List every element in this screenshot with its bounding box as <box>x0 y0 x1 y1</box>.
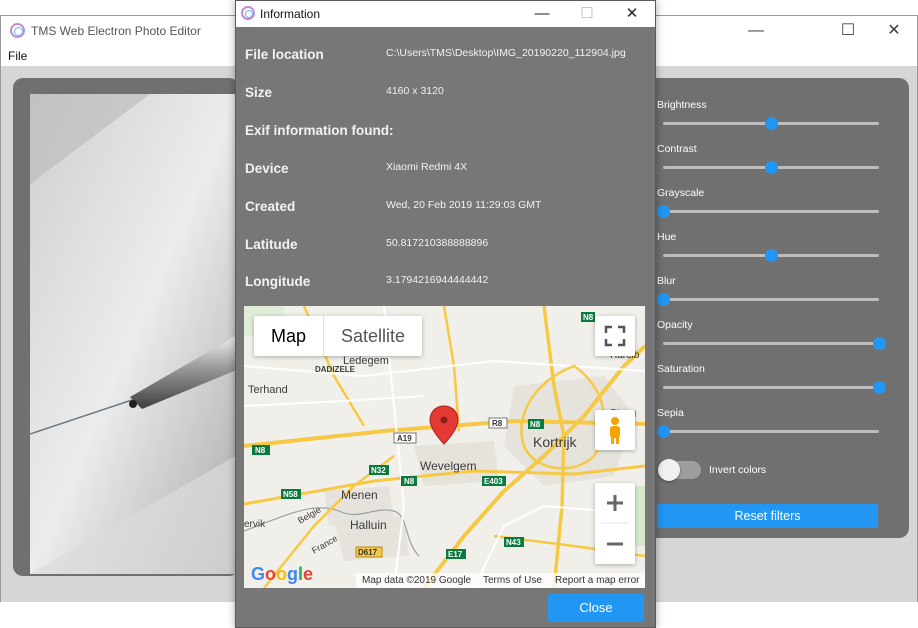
zoom-out-button[interactable] <box>595 524 635 564</box>
opacity-slider[interactable] <box>663 337 886 350</box>
opacity-label: Opacity <box>657 319 693 331</box>
terms-of-use-link[interactable]: Terms of Use <box>483 575 542 586</box>
dialog-title: Information <box>260 7 321 21</box>
saturation-slider[interactable] <box>663 381 886 394</box>
svg-text:E17: E17 <box>448 550 463 559</box>
close-button[interactable]: Close <box>548 594 644 622</box>
blur-label: Blur <box>657 275 676 287</box>
file-location-label: File location <box>245 47 324 62</box>
close-window-icon[interactable]: ✕ <box>871 16 917 46</box>
filters-panel: Brightness Contrast Grayscale Hue Blur O… <box>641 78 909 538</box>
svg-text:Kortrijk: Kortrijk <box>533 434 578 450</box>
brightness-slider-thumb[interactable] <box>765 117 778 130</box>
plus-icon <box>607 495 623 511</box>
svg-text:D617: D617 <box>358 548 378 557</box>
invert-toggle-knob[interactable] <box>658 459 680 481</box>
app-logo-icon <box>10 23 25 38</box>
pegman-icon <box>610 417 620 444</box>
google-logo: Google <box>251 564 314 584</box>
brightness-slider[interactable] <box>663 117 879 130</box>
street-view-button[interactable] <box>595 410 635 450</box>
fullscreen-button[interactable] <box>595 316 635 356</box>
svg-text:A19: A19 <box>397 434 412 443</box>
svg-text:E403: E403 <box>484 477 503 486</box>
saturation-label: Saturation <box>657 363 705 375</box>
svg-text:N32: N32 <box>371 466 386 475</box>
svg-text:DADIZELE: DADIZELE <box>315 365 356 374</box>
sepia-slider-thumb[interactable] <box>657 425 670 438</box>
latitude-value: 50.817210388888896 <box>386 237 489 249</box>
zoom-controls <box>595 483 635 564</box>
menu-file[interactable]: File <box>8 49 27 63</box>
blur-slider-thumb[interactable] <box>657 293 670 306</box>
reset-filters-button[interactable]: Reset filters <box>657 504 878 528</box>
fullscreen-icon <box>604 325 626 347</box>
size-value: 4160 x 3120 <box>386 85 444 97</box>
svg-text:N8: N8 <box>255 446 266 455</box>
map-tab-satellite[interactable]: Satellite <box>323 316 422 356</box>
maximize-icon[interactable]: ☐ <box>825 16 871 46</box>
size-label: Size <box>245 85 273 100</box>
saturation-slider-thumb[interactable] <box>873 381 886 394</box>
blur-slider[interactable] <box>657 293 879 306</box>
svg-text:ervik: ervik <box>244 519 266 530</box>
map-tab-map[interactable]: Map <box>254 316 323 356</box>
svg-text:Menen: Menen <box>341 488 378 502</box>
map-data-credit: Map data ©2019 Google <box>362 575 472 586</box>
grayscale-slider[interactable] <box>657 205 879 218</box>
grayscale-label: Grayscale <box>657 187 705 199</box>
contrast-label: Contrast <box>657 143 697 155</box>
contrast-slider[interactable] <box>663 161 879 174</box>
dialog-minimize-icon[interactable]: — <box>519 1 565 27</box>
device-value: Xiaomi Redmi 4X <box>386 161 468 173</box>
hue-label: Hue <box>657 231 677 243</box>
longitude-value: 3.1794216944444442 <box>386 274 489 286</box>
minus-icon <box>607 542 623 546</box>
exif-heading: Exif information found: <box>245 123 394 138</box>
svg-text:N8: N8 <box>404 477 415 486</box>
file-location-value: C:\Users\TMS\Desktop\IMG_20190220_112904… <box>386 47 626 59</box>
information-dialog: Information — ☐ ✕ File location C:\Users… <box>235 0 656 628</box>
zoom-in-button[interactable] <box>595 483 635 523</box>
device-label: Device <box>245 161 289 176</box>
svg-text:Wevelgem: Wevelgem <box>420 459 476 473</box>
dialog-maximize-icon: ☐ <box>580 5 594 22</box>
created-value: Wed, 20 Feb 2019 11:29:03 GMT <box>386 199 542 211</box>
invert-colors-label: Invert colors <box>709 464 767 476</box>
longitude-label: Longitude <box>245 274 311 289</box>
latitude-label: Latitude <box>245 237 298 252</box>
opacity-slider-thumb[interactable] <box>873 337 886 350</box>
location-map[interactable]: N8 N8 A19 R8 N8 N32 N8 N58 E403 N43 E17 … <box>244 306 645 588</box>
created-label: Created <box>245 199 296 214</box>
photo-preview[interactable] <box>30 94 239 574</box>
svg-text:N43: N43 <box>506 538 521 547</box>
contrast-slider-thumb[interactable] <box>765 161 778 174</box>
photo-image <box>30 94 239 574</box>
svg-text:Terhand: Terhand <box>248 384 288 396</box>
svg-text:N8: N8 <box>583 313 594 322</box>
svg-text:Halluin: Halluin <box>350 518 387 532</box>
minimize-icon[interactable]: — <box>733 16 779 46</box>
brightness-label: Brightness <box>657 99 707 111</box>
window-title: TMS Web Electron Photo Editor <box>31 24 201 38</box>
sepia-label: Sepia <box>657 407 684 419</box>
dialog-app-icon <box>241 6 255 20</box>
svg-text:N58: N58 <box>283 490 298 499</box>
svg-text:N8: N8 <box>530 420 541 429</box>
map-footer: Map data ©2019 Google Terms of Use Repor… <box>356 573 645 588</box>
sepia-slider[interactable] <box>657 425 879 438</box>
hue-slider-thumb[interactable] <box>765 249 778 262</box>
grayscale-slider-thumb[interactable] <box>657 205 670 218</box>
invert-colors-toggle[interactable] <box>658 459 701 481</box>
dialog-close-icon[interactable]: ✕ <box>609 1 655 27</box>
dialog-titlebar[interactable]: Information — ☐ ✕ <box>236 1 655 27</box>
hue-slider[interactable] <box>663 249 879 262</box>
photo-panel <box>13 78 239 576</box>
map-type-switcher: Map Satellite <box>254 316 423 356</box>
report-map-error-link[interactable]: Report a map error <box>555 575 639 586</box>
svg-text:R8: R8 <box>492 419 503 428</box>
